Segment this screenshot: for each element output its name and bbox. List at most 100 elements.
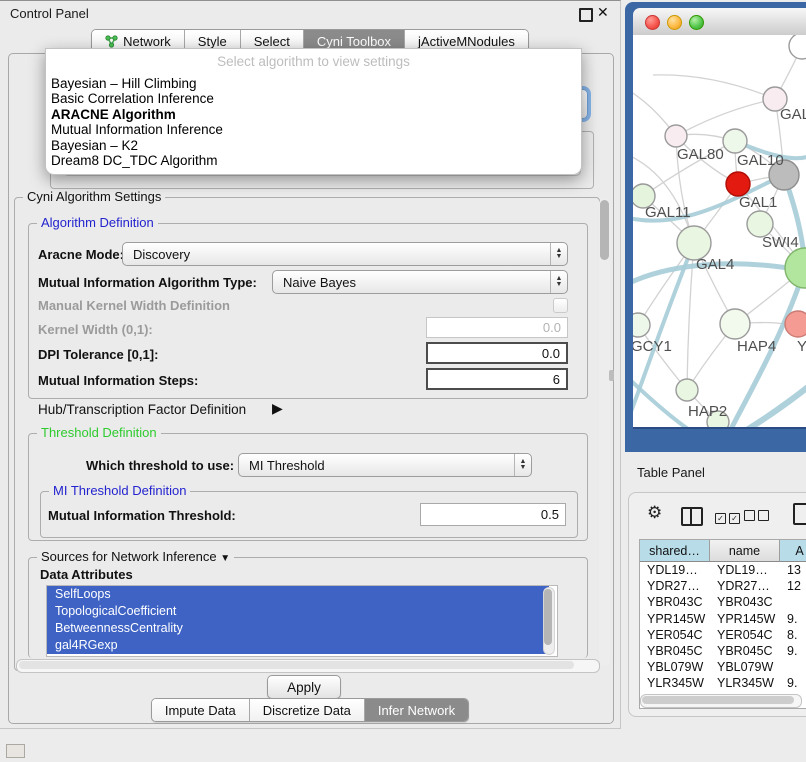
network-node[interactable]	[723, 129, 747, 153]
deselect-all-checkboxes-icon[interactable]	[744, 509, 772, 524]
algorithm-list: Bayesian – Hill ClimbingBasic Correlatio…	[46, 76, 581, 168]
collapsed-panel-button[interactable]	[6, 744, 25, 758]
network-window-titlebar[interactable]	[633, 8, 806, 36]
table-panel: ⚙ ✓✓ shared…nameAYDL19…YDL19…13YDR27…YDR…	[628, 492, 806, 717]
table-cell: YDR27…	[710, 579, 780, 593]
node-label-y: Y	[797, 338, 806, 355]
expand-arrow-icon[interactable]: ▶	[272, 400, 283, 417]
table-row[interactable]: YDR27…YDR27…12	[640, 578, 806, 594]
settings-legend: Cyni Algorithm Settings	[23, 189, 165, 204]
data-attributes-label: Data Attributes	[40, 567, 133, 582]
apply-button[interactable]: Apply	[267, 675, 341, 699]
table-cell: 8.	[780, 628, 806, 642]
node-label-swi4: SWI4	[762, 234, 799, 251]
table-row[interactable]: YDL19…YDL19…13	[640, 562, 806, 578]
node-label-gal11: GAL11	[645, 204, 691, 221]
manual-kernel-checkbox[interactable]	[553, 298, 568, 313]
algorithm-option[interactable]: Dream8 DC_TDC Algorithm	[46, 153, 581, 168]
table-row[interactable]: YBR045CYBR045C9.	[640, 643, 806, 659]
column-header-A[interactable]: A	[780, 540, 806, 562]
columns-icon[interactable]	[681, 507, 703, 526]
stepper-arrows-icon: ▲▼	[550, 271, 567, 293]
control-panel-titlebar[interactable]: Control Panel ✕	[0, 1, 620, 27]
table-row[interactable]: YBR043CYBR043C	[640, 594, 806, 610]
algorithm-option[interactable]: ARACNE Algorithm	[46, 107, 581, 122]
table-horizontal-scrollbar-thumb[interactable]	[642, 696, 794, 704]
stepper-arrows-icon: ▲▼	[514, 454, 531, 476]
network-node[interactable]	[677, 226, 711, 260]
mi-steps-field[interactable]: 6	[426, 368, 568, 390]
dpi-tolerance-field[interactable]: 0.0	[426, 342, 568, 364]
column-header-name[interactable]: name	[710, 540, 780, 562]
table-row[interactable]: YLR345WYLR345W9.	[640, 675, 806, 691]
attribute-list-item[interactable]: TopologicalCoefficient	[47, 603, 549, 620]
table-row[interactable]: YBL079WYBL079W	[640, 659, 806, 675]
table-cell: YER054C	[640, 628, 710, 642]
network-canvas[interactable]: GALGAL80GAL10GAL1GAL11SWI4GAL4GCY1HAP4YH…	[633, 35, 806, 429]
data-attributes-list[interactable]: SelfLoopsTopologicalCoefficientBetweenne…	[46, 585, 558, 657]
control-panel-window: Control Panel ✕ NetworkStyleSelectCyni T…	[0, 0, 621, 729]
which-threshold-value: MI Threshold	[249, 458, 325, 473]
tab-discretize-data[interactable]: Discretize Data	[249, 699, 364, 721]
algorithm-option[interactable]: Mutual Information Inference	[46, 122, 581, 137]
zoom-traffic-light-icon[interactable]	[689, 15, 704, 30]
mi-type-label: Mutual Information Algorithm Type:	[38, 275, 257, 290]
mi-type-combobox[interactable]: Naive Bayes ▲▼	[272, 270, 568, 294]
node-label-gal10: GAL10	[737, 152, 784, 169]
network-node[interactable]	[789, 35, 806, 59]
gear-icon[interactable]: ⚙	[647, 503, 662, 523]
network-node[interactable]	[676, 379, 698, 401]
export-table-icon[interactable]	[793, 503, 806, 525]
settings-vertical-scrollbar[interactable]	[599, 198, 610, 666]
close-traffic-light-icon[interactable]	[645, 15, 660, 30]
attribute-list-item[interactable]: BetweennessCentrality	[47, 620, 549, 637]
network-edge	[676, 99, 775, 136]
table-cell: YBR043C	[640, 595, 710, 609]
node-label-gal4: GAL4	[696, 256, 734, 273]
mi-steps-label: Mutual Information Steps:	[38, 373, 198, 388]
node-table[interactable]: shared…nameAYDL19…YDL19…13YDR27…YDR27…12…	[639, 539, 806, 709]
attributes-scrollbar-thumb[interactable]	[544, 589, 552, 645]
attribute-list-item[interactable]: gal4RGexp	[47, 637, 549, 654]
panel-splitter-handle[interactable]	[609, 370, 614, 381]
float-window-icon[interactable]	[579, 8, 593, 22]
network-node[interactable]	[720, 309, 750, 339]
aracne-mode-combobox[interactable]: Discovery ▲▼	[122, 242, 568, 266]
network-node[interactable]	[726, 172, 750, 196]
network-node[interactable]	[665, 125, 687, 147]
sources-legend: Sources for Network Inference ▼	[37, 549, 234, 564]
table-cell: YDL19…	[710, 563, 780, 577]
kernel-width-field[interactable]: 0.0	[426, 317, 568, 338]
table-cell: YBL079W	[710, 660, 780, 674]
network-node[interactable]	[785, 311, 806, 337]
collapse-arrow-icon[interactable]: ▼	[220, 553, 230, 564]
node-label-gal80: GAL80	[677, 146, 724, 163]
table-row[interactable]: YER054CYER054C8.	[640, 627, 806, 643]
tab-impute-data[interactable]: Impute Data	[152, 699, 249, 721]
minimize-traffic-light-icon[interactable]	[667, 15, 682, 30]
attribute-list-item[interactable]: SelfLoops	[47, 586, 549, 603]
table-cell: YBR045C	[710, 644, 780, 658]
column-header-shared…[interactable]: shared…	[640, 540, 710, 562]
threshold-legend: Threshold Definition	[37, 425, 161, 440]
mi-type-value: Naive Bayes	[283, 275, 356, 290]
algorithm-definition-legend: Algorithm Definition	[37, 215, 158, 230]
table-row[interactable]: YPR145WYPR145W9.	[640, 611, 806, 627]
settings-horizontal-scrollbar-thumb[interactable]	[19, 661, 574, 669]
algorithm-option[interactable]: Bayesian – K2	[46, 138, 581, 153]
mi-steps-value: 6	[553, 372, 560, 387]
table-cell: 12	[780, 579, 806, 593]
network-node[interactable]	[633, 313, 650, 337]
table-cell: 9.	[780, 612, 806, 626]
aracne-mode-label: Aracne Mode:	[38, 247, 124, 262]
mi-threshold-field[interactable]: 0.5	[420, 503, 566, 526]
settings-vertical-scrollbar-thumb[interactable]	[600, 200, 609, 260]
table-cell: YPR145W	[640, 612, 710, 626]
close-icon[interactable]: ✕	[597, 4, 609, 21]
algorithm-option[interactable]: Basic Correlation Inference	[46, 91, 581, 106]
select-all-checkboxes-icon[interactable]: ✓✓	[715, 509, 743, 524]
tab-infer-network[interactable]: Infer Network	[364, 699, 468, 721]
which-threshold-combobox[interactable]: MI Threshold ▲▼	[238, 453, 532, 477]
algorithm-option[interactable]: Bayesian – Hill Climbing	[46, 76, 581, 91]
network-window[interactable]: GALGAL80GAL10GAL1GAL11SWI4GAL4GCY1HAP4YH…	[625, 2, 806, 452]
